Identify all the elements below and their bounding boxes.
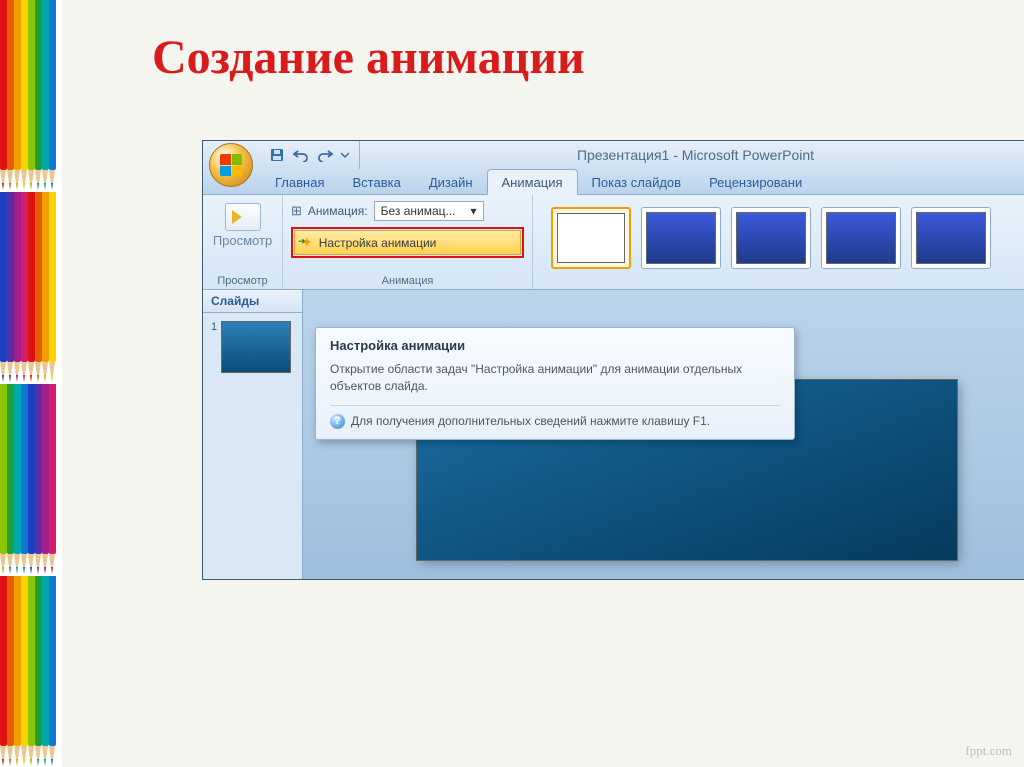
animation-combo-label: Анимация: — [308, 204, 368, 218]
pencil — [21, 576, 28, 766]
tooltip-help: ? Для получения дополнительных сведений … — [330, 405, 780, 429]
transition-item[interactable] — [641, 207, 721, 269]
save-icon[interactable] — [267, 145, 287, 165]
pencil — [14, 576, 21, 766]
pencil — [0, 0, 7, 190]
anim-row-icon: ⊞ — [291, 203, 302, 219]
group-label-transitions — [541, 273, 1024, 287]
quick-access-toolbar — [259, 141, 360, 169]
ribbon-tabs: Главная Вставка Дизайн Анимация Показ сл… — [203, 169, 1024, 195]
slides-pane: Слайды 1 — [203, 290, 303, 579]
pencil — [28, 384, 35, 574]
qat-dropdown-icon[interactable] — [339, 145, 351, 165]
slide-thumbnail[interactable]: 1 — [211, 321, 294, 373]
transition-item[interactable] — [821, 207, 901, 269]
highlight-box: ✦ Настройка анимации — [291, 227, 524, 258]
ribbon: Просмотр Просмотр ⊞ Анимация: Без анимац… — [203, 195, 1024, 290]
pencil — [42, 384, 49, 574]
slide-content: Создание анимации Презента — [62, 0, 1024, 767]
group-label-animation: Анимация — [291, 273, 524, 287]
pencil — [0, 192, 7, 382]
tooltip-title: Настройка анимации — [330, 338, 780, 353]
pencil — [42, 0, 49, 190]
tab-insert[interactable]: Вставка — [338, 170, 414, 194]
titlebar: Презентация1 - Microsoft PowerPoint — [203, 141, 1024, 169]
office-button[interactable] — [209, 143, 253, 187]
chevron-down-icon: ▾ — [471, 204, 477, 218]
preview-icon — [225, 203, 261, 231]
pencil — [0, 576, 7, 766]
pencil — [7, 576, 14, 766]
pencil — [14, 384, 21, 574]
powerpoint-screenshot: Презентация1 - Microsoft PowerPoint Глав… — [202, 140, 1024, 580]
pencil-border — [0, 0, 62, 767]
undo-icon[interactable] — [291, 145, 311, 165]
watermark: fppt.com — [965, 743, 1012, 759]
pencil — [28, 0, 35, 190]
animation-row: ⊞ Анимация: Без анимац... ▾ — [291, 201, 524, 221]
pencil — [42, 576, 49, 766]
pencil — [35, 576, 42, 766]
office-logo-icon — [220, 154, 242, 176]
tab-design[interactable]: Дизайн — [415, 170, 487, 194]
tab-slideshow[interactable]: Показ слайдов — [578, 170, 696, 194]
tooltip-body: Открытие области задач "Настройка анимац… — [330, 361, 780, 395]
animation-settings-label: Настройка анимации — [319, 236, 437, 250]
group-label-preview: Просмотр — [211, 273, 274, 287]
ribbon-group-animation: ⊞ Анимация: Без анимац... ▾ ✦ Настройка … — [283, 195, 533, 289]
ribbon-group-preview: Просмотр Просмотр — [203, 195, 283, 289]
window-title: Презентация1 - Microsoft PowerPoint — [360, 147, 1024, 163]
pencil — [28, 576, 35, 766]
transition-item[interactable] — [731, 207, 811, 269]
pencil — [21, 0, 28, 190]
thumb-preview — [221, 321, 291, 373]
transition-item[interactable] — [911, 207, 991, 269]
pencil — [49, 192, 56, 382]
pencil — [49, 576, 56, 766]
pencil — [21, 384, 28, 574]
animation-combo-value: Без анимац... — [381, 204, 456, 218]
slides-tab[interactable]: Слайды — [203, 290, 302, 313]
pencil — [28, 192, 35, 382]
tab-review[interactable]: Рецензировани — [695, 170, 816, 194]
pencil — [7, 192, 14, 382]
tooltip: Настройка анимации Открытие области зада… — [315, 327, 795, 440]
preview-label: Просмотр — [213, 233, 272, 248]
star-icon: ✦ — [301, 234, 313, 251]
tooltip-help-text: Для получения дополнительных сведений на… — [351, 414, 710, 428]
pencil — [14, 192, 21, 382]
pencil — [7, 384, 14, 574]
transition-gallery — [541, 199, 1024, 269]
pencil — [35, 192, 42, 382]
pencil — [21, 192, 28, 382]
tab-animation[interactable]: Анимация — [487, 169, 578, 195]
animation-combo[interactable]: Без анимац... ▾ — [374, 201, 484, 221]
pencil — [0, 384, 7, 574]
redo-icon[interactable] — [315, 145, 335, 165]
ribbon-group-transitions — [533, 195, 1024, 289]
tab-home[interactable]: Главная — [261, 170, 338, 194]
page-title: Создание анимации — [152, 30, 1004, 85]
pencil — [14, 0, 21, 190]
pencil — [42, 192, 49, 382]
pencil — [49, 0, 56, 190]
preview-button[interactable]: Просмотр — [211, 199, 274, 252]
pencil — [35, 0, 42, 190]
thumb-number: 1 — [211, 321, 217, 333]
pencil — [7, 0, 14, 190]
pencil — [35, 384, 42, 574]
animation-settings-button[interactable]: ✦ Настройка анимации — [294, 230, 521, 255]
transition-none[interactable] — [551, 207, 631, 269]
pencil — [49, 384, 56, 574]
help-icon: ? — [330, 414, 345, 429]
